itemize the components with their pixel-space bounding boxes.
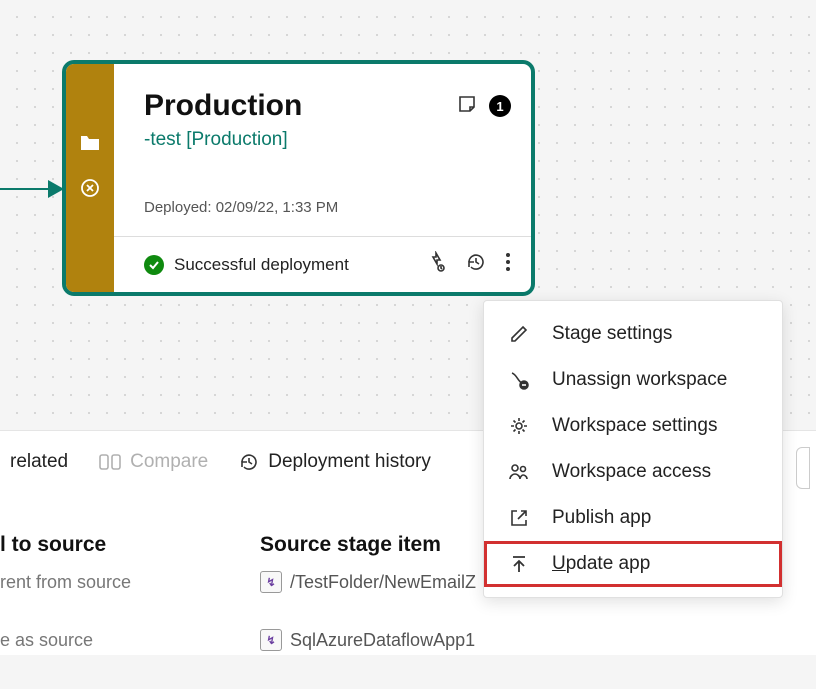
success-check-icon: [144, 255, 164, 275]
folder-icon: [79, 134, 101, 157]
row-status-text: e as source: [0, 630, 260, 651]
history-icon[interactable]: [465, 251, 487, 278]
history-label: Deployment history: [268, 451, 431, 473]
deployed-timestamp: Deployed: 02/09/22, 1:33 PM: [144, 199, 511, 216]
menu-publish-app[interactable]: Publish app: [484, 495, 782, 541]
deploy-rules-icon[interactable]: [425, 251, 447, 278]
more-options-icon[interactable]: [505, 251, 511, 278]
panel-edge-button[interactable]: [796, 447, 810, 489]
note-icon[interactable]: [457, 94, 477, 119]
menu-item-label: Workspace settings: [552, 415, 717, 437]
stage-title: Production: [144, 89, 302, 123]
menu-stage-settings[interactable]: Stage settings: [484, 311, 782, 357]
column-header-left: l to source: [0, 533, 260, 557]
deployment-status-text: Successful deployment: [174, 255, 415, 275]
menu-unassign-workspace[interactable]: Unassign workspace: [484, 357, 782, 403]
table-row[interactable]: e as source ↯ SqlAzureDataflowApp1: [0, 625, 816, 655]
dataflow-icon: ↯: [260, 629, 282, 651]
unassign-icon: [508, 369, 530, 391]
stage-card-production[interactable]: Production 1 -test [Production] Deployed…: [62, 60, 535, 296]
people-icon: [508, 461, 530, 483]
stage-workspace-name[interactable]: -test [Production]: [144, 129, 511, 151]
menu-item-label: Unassign workspace: [552, 369, 727, 391]
toolbar-compare: Compare: [98, 451, 208, 473]
menu-workspace-settings[interactable]: Workspace settings: [484, 403, 782, 449]
menu-item-label: Update app: [552, 553, 650, 575]
menu-workspace-access[interactable]: Workspace access: [484, 449, 782, 495]
row-item-name: SqlAzureDataflowApp1: [290, 630, 475, 651]
stage-sidebar: [66, 64, 114, 292]
compare-label: Compare: [130, 451, 208, 473]
external-link-icon: [508, 507, 530, 529]
item-count-badge: 1: [489, 95, 511, 117]
stage-context-menu: Stage settings Unassign workspace Worksp…: [483, 300, 783, 598]
row-status-text: rent from source: [0, 572, 260, 593]
gear-icon: [508, 415, 530, 437]
upload-icon: [508, 553, 530, 575]
pencil-icon: [508, 323, 530, 345]
toolbar-related[interactable]: related: [10, 451, 68, 473]
menu-update-app[interactable]: Update app: [484, 541, 782, 587]
stage-footer: Successful deployment: [114, 236, 531, 292]
stage-header: Production 1 -test [Production] Deployed…: [114, 64, 531, 236]
row-item-name: /TestFolder/NewEmailZ: [290, 572, 476, 593]
sync-error-icon: [79, 177, 101, 204]
dataflow-icon: ↯: [260, 571, 282, 593]
menu-item-label: Workspace access: [552, 461, 711, 483]
menu-item-label: Publish app: [552, 507, 651, 529]
menu-item-label: Stage settings: [552, 323, 672, 345]
stage-body: Production 1 -test [Production] Deployed…: [114, 64, 531, 292]
toolbar-deployment-history[interactable]: Deployment history: [238, 451, 431, 473]
